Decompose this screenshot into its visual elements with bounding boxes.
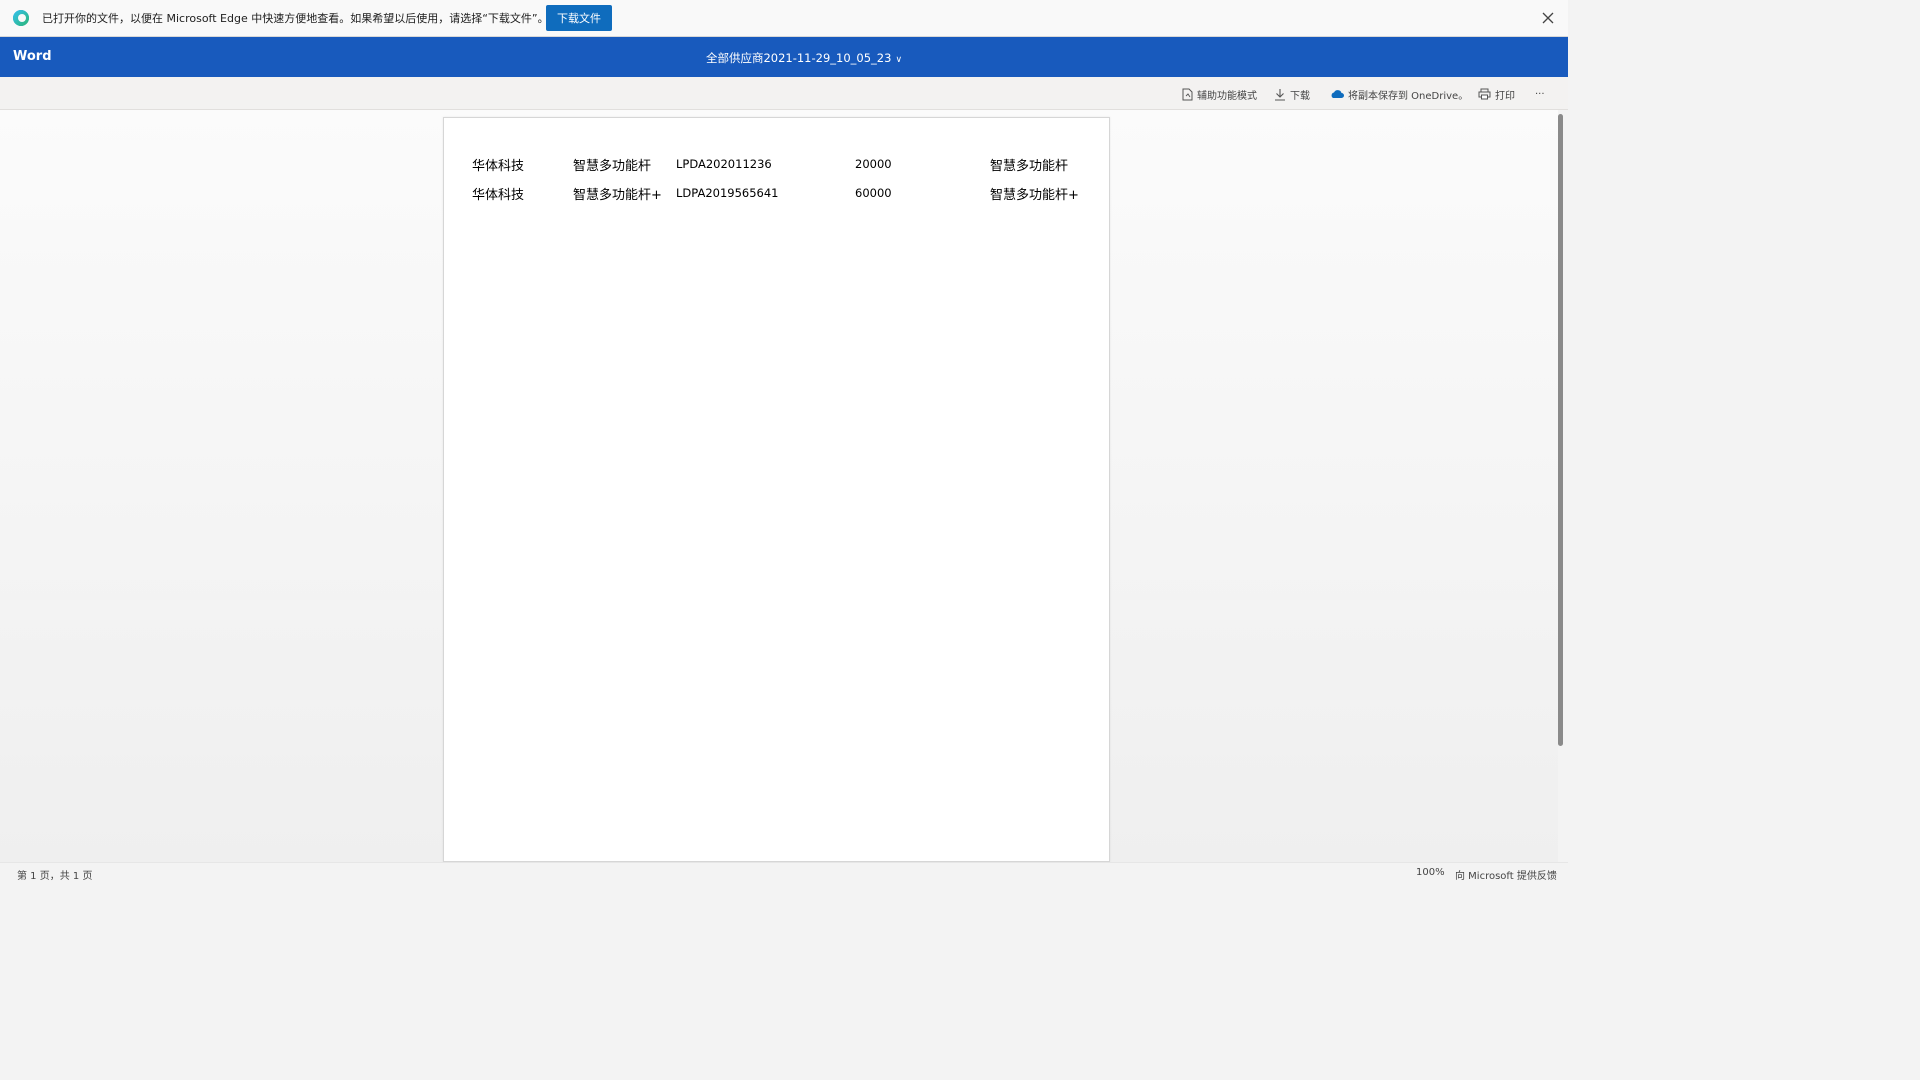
word-header: Word 全部供应商2021-11-29_10_05_23 ∨ [0, 37, 1568, 77]
accessibility-label: 辅助功能模式 [1197, 90, 1257, 102]
product-name: 智慧多功能杆+ [573, 188, 662, 203]
feedback-link[interactable]: 向 Microsoft 提供反馈 [1455, 867, 1557, 882]
document-page: 华体科技 智慧多功能杆 LPDA202011236 20000 智慧多功能杆 华… [443, 117, 1110, 862]
status-bar: 第 1 页，共 1 页 100% 向 Microsoft 提供反馈 [0, 862, 1568, 882]
quantity: 60000 [855, 186, 892, 200]
print-button[interactable]: 打印 [1478, 86, 1515, 102]
infobar-message: 已打开你的文件，以便在 Microsoft Edge 中快速方便地查看。如果希望… [42, 12, 549, 25]
document-row-2: 华体科技 智慧多功能杆+ LDPA2019565641 60000 智慧多功能杆… [444, 184, 1111, 204]
zoom-level[interactable]: 100% [1416, 867, 1445, 878]
product-name-repeat: 智慧多功能杆 [990, 159, 1069, 174]
chevron-down-icon: ∨ [895, 55, 903, 65]
quantity: 20000 [855, 157, 892, 171]
more-options-button[interactable]: ··· [1535, 86, 1545, 102]
close-icon[interactable] [1540, 10, 1556, 26]
download-file-button[interactable]: 下载文件 [546, 5, 612, 31]
product-name-repeat: 智慧多功能杆+ [990, 188, 1079, 203]
product-name: 智慧多功能杆 [573, 159, 652, 174]
scrollbar-thumb[interactable] [1558, 114, 1563, 746]
accessibility-doc-icon [1182, 88, 1193, 100]
company-name: 华体科技 [472, 188, 525, 203]
download-label: 下载 [1290, 90, 1310, 102]
accessibility-mode-button[interactable]: 辅助功能模式 [1182, 86, 1257, 102]
document-row-1: 华体科技 智慧多功能杆 LPDA202011236 20000 智慧多功能杆 [444, 155, 1111, 175]
print-label: 打印 [1495, 90, 1515, 102]
edge-infobar: 已打开你的文件，以便在 Microsoft Edge 中快速方便地查看。如果希望… [0, 0, 1568, 37]
printer-icon [1478, 88, 1491, 100]
page-count: 第 1 页，共 1 页 [17, 871, 93, 882]
more-options-icon: ··· [1535, 88, 1545, 100]
download-icon [1275, 88, 1285, 101]
company-name: 华体科技 [472, 159, 525, 174]
download-button[interactable]: 下载 [1274, 86, 1310, 102]
save-to-onedrive-label: 将副本保存到 OneDrive。 [1348, 90, 1469, 102]
product-code: LPDA202011236 [676, 157, 772, 171]
product-code: LDPA2019565641 [676, 186, 779, 200]
document-title-text: 全部供应商2021-11-29_10_05_23 [705, 51, 892, 65]
command-bar: 辅助功能模式 下载 将副本保存到 OneDrive。 打印 ··· [0, 77, 1568, 110]
onedrive-cloud-icon [1331, 90, 1344, 98]
edge-logo-icon [12, 9, 30, 27]
document-title[interactable]: 全部供应商2021-11-29_10_05_23 ∨ [0, 50, 1608, 66]
save-to-onedrive-button[interactable]: 将副本保存到 OneDrive。 [1330, 86, 1468, 102]
